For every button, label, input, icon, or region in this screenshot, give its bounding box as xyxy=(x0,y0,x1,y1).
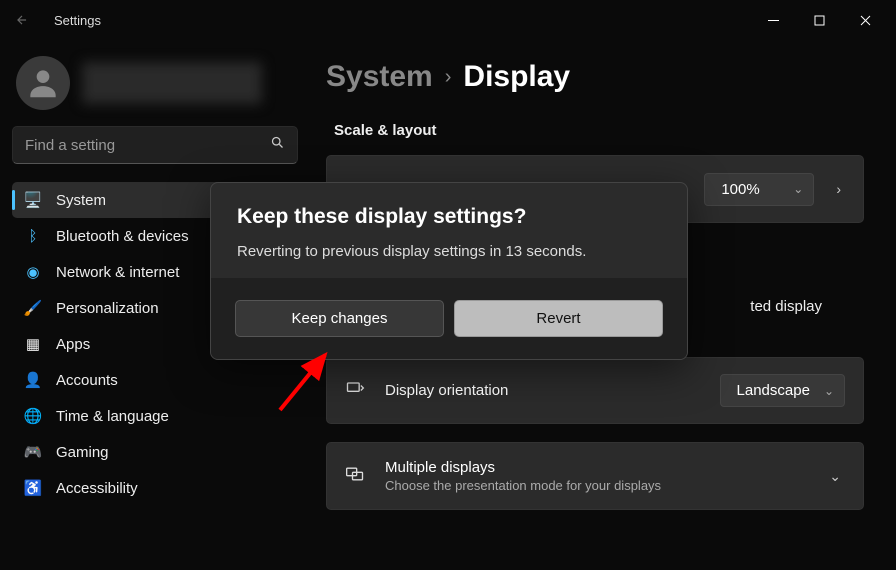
dialog-overlay: Keep these display settings? Reverting t… xyxy=(0,0,896,570)
dialog-title: Keep these display settings? xyxy=(237,205,661,229)
revert-button[interactable]: Revert xyxy=(454,300,663,337)
display-confirm-dialog: Keep these display settings? Reverting t… xyxy=(210,182,688,360)
dialog-message: Reverting to previous display settings i… xyxy=(237,243,661,260)
keep-changes-button[interactable]: Keep changes xyxy=(235,300,444,337)
